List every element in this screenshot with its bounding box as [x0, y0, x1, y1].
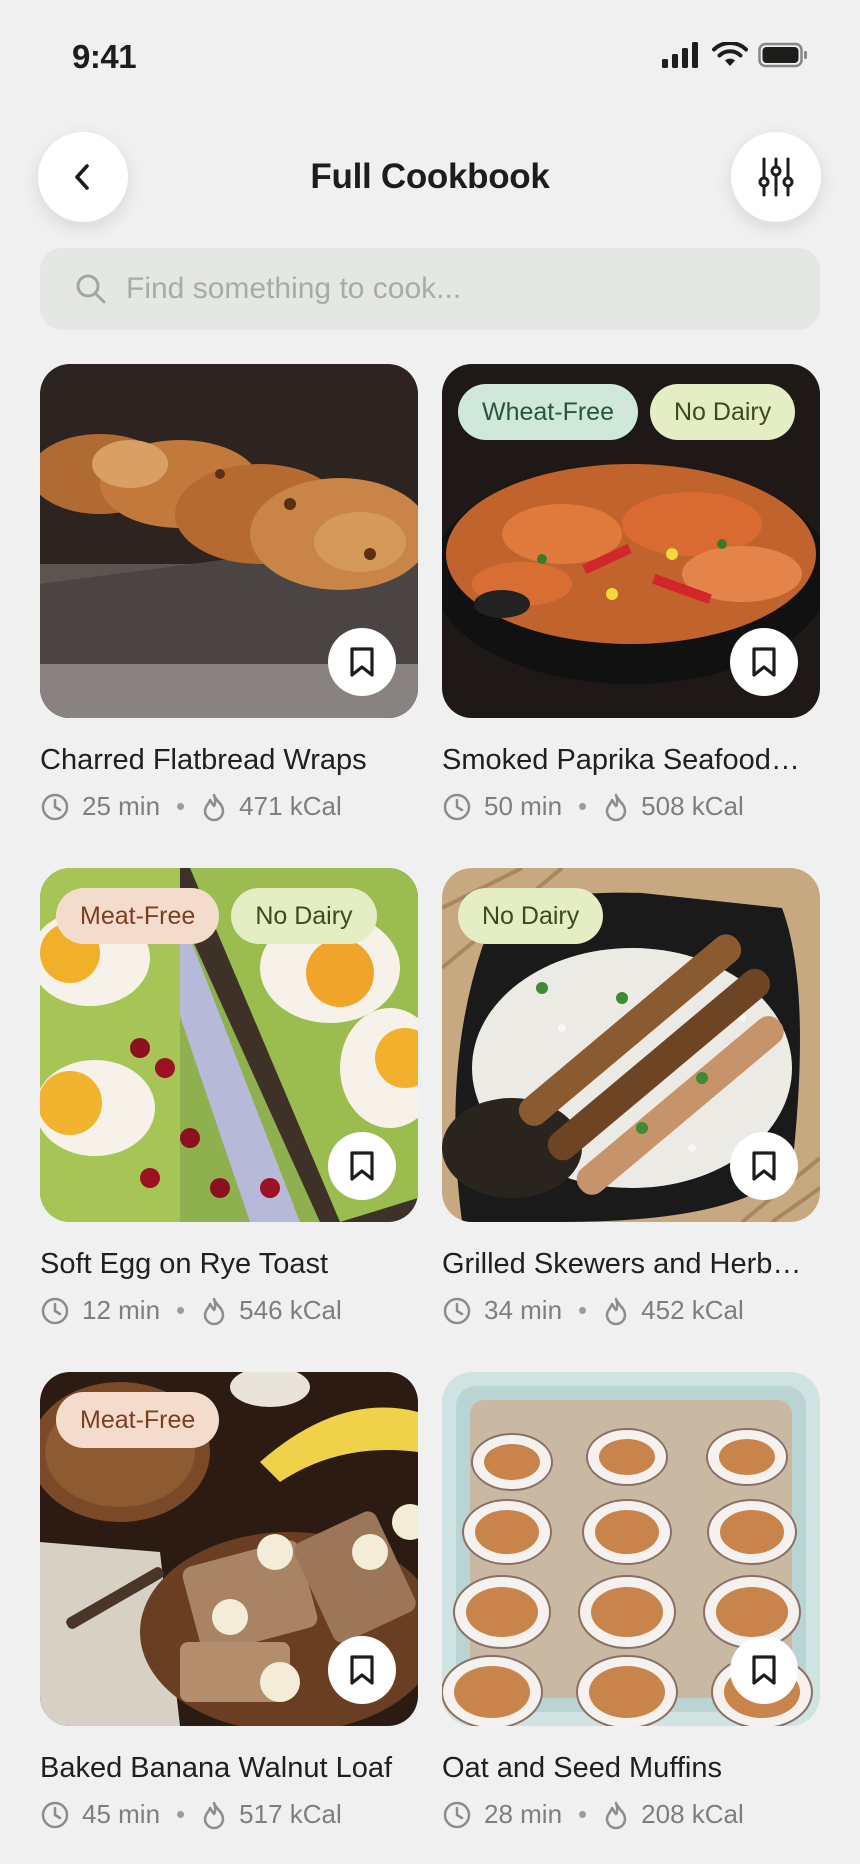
bookmark-button[interactable] [328, 628, 396, 696]
flame-icon [605, 1297, 627, 1325]
tag-list: No Dairy [458, 888, 818, 944]
recipe-card[interactable]: No Dairy Grilled Skewers and Herb… 34 mi… [442, 868, 820, 1326]
status-bar: 9:41 [0, 0, 860, 110]
diet-tag: Meat-Free [56, 888, 220, 944]
search-input[interactable]: Find something to cook... [40, 248, 820, 330]
recipe-time: 45 min [82, 1799, 161, 1829]
recipe-name: Charred Flatbread Wraps [40, 744, 367, 776]
bookmark-button[interactable] [730, 628, 798, 696]
recipe-kcal: 517 kCal [239, 1799, 342, 1829]
recipe-name: Smoked Paprika Seafood… [442, 744, 800, 776]
recipe-name: Soft Egg on Rye Toast [40, 1248, 329, 1280]
recipe-image: No Dairy [442, 868, 820, 1222]
clock-icon [443, 1801, 471, 1828]
bookmark-icon [350, 647, 374, 677]
search-icon [76, 274, 106, 304]
bookmark-icon [752, 647, 776, 677]
bookmark-button[interactable] [328, 1132, 396, 1200]
recipe-meta: 12 min • 546 kCal [40, 1295, 418, 1326]
flame-icon [203, 1297, 225, 1325]
recipe-name: Oat and Seed Muffins [442, 1752, 722, 1784]
flame-icon [203, 793, 225, 821]
flame-icon [605, 793, 627, 821]
filter-button[interactable] [731, 132, 821, 222]
meta-separator: • [578, 791, 588, 821]
recipe-card[interactable]: Meat-Free Baked Banana Walnut Loaf 45 mi… [40, 1372, 418, 1830]
status-time: 9:41 [72, 38, 137, 75]
recipe-image [40, 364, 418, 718]
bookmark-icon [350, 1151, 374, 1181]
recipe-image: Meat-Free [40, 1372, 418, 1726]
bookmark-icon [752, 1151, 776, 1181]
diet-tag: Meat-Free [56, 1392, 220, 1448]
battery-icon [758, 42, 807, 68]
wifi-icon [712, 42, 748, 66]
clock-icon [443, 793, 471, 820]
recipe-meta: 45 min • 517 kCal [40, 1799, 418, 1830]
flame-icon [203, 1801, 225, 1829]
diet-tag: No Dairy [458, 888, 604, 944]
recipe-meta: 34 min • 452 kCal [442, 1295, 820, 1326]
status-icons [662, 42, 808, 68]
recipe-image: Wheat-Free No Dairy [442, 364, 820, 718]
meta-separator: • [578, 1295, 588, 1325]
recipe-card[interactable]: Meat-Free No Dairy Soft Egg on Rye Toast… [40, 868, 418, 1326]
recipe-name: Grilled Skewers and Herb… [442, 1248, 802, 1280]
recipe-kcal: 208 kCal [641, 1799, 744, 1829]
recipe-time: 12 min [82, 1295, 161, 1325]
recipe-image [442, 1372, 820, 1726]
header: Full Cookbook [0, 132, 860, 224]
clock-icon [41, 793, 69, 820]
clock-icon [41, 1801, 69, 1828]
diet-tag: No Dairy [231, 888, 377, 944]
tag-list: Meat-Free No Dairy [56, 888, 416, 944]
recipe-card[interactable]: Oat and Seed Muffins 28 min • 208 kCal [442, 1372, 820, 1830]
recipe-meta: 28 min • 208 kCal [442, 1799, 820, 1830]
bookmark-icon [752, 1655, 776, 1685]
recipe-kcal: 546 kCal [239, 1295, 342, 1325]
recipe-kcal: 471 kCal [239, 791, 342, 821]
bookmark-button[interactable] [730, 1636, 798, 1704]
search-placeholder: Find something to cook... [126, 272, 462, 305]
meta-separator: • [176, 1295, 186, 1325]
recipe-name: Baked Banana Walnut Loaf [40, 1752, 393, 1784]
recipe-card[interactable]: Charred Flatbread Wraps 25 min • 471 kCa… [40, 364, 418, 822]
recipe-kcal: 508 kCal [641, 791, 744, 821]
meta-separator: • [176, 1799, 186, 1829]
bookmark-button[interactable] [730, 1132, 798, 1200]
tag-list: Meat-Free [56, 1392, 416, 1448]
recipe-card[interactable]: Wheat-Free No Dairy Smoked Paprika Seafo… [442, 364, 820, 822]
diet-tag: Wheat-Free [458, 384, 638, 440]
recipe-meta: 50 min • 508 kCal [442, 791, 820, 822]
bookmark-button[interactable] [328, 1636, 396, 1704]
diet-tag: No Dairy [649, 384, 796, 440]
recipe-time: 34 min [484, 1295, 563, 1325]
clock-icon [41, 1297, 69, 1324]
recipe-meta: 25 min • 471 kCal [40, 791, 418, 822]
recipe-time: 25 min [82, 791, 161, 821]
recipe-time: 28 min [484, 1799, 563, 1829]
recipe-kcal: 452 kCal [641, 1295, 744, 1325]
meta-separator: • [578, 1799, 588, 1829]
filter-sliders-icon [758, 157, 794, 197]
meta-separator: • [176, 791, 186, 821]
bookmark-icon [350, 1655, 374, 1685]
flame-icon [605, 1801, 627, 1829]
recipe-time: 50 min [484, 791, 563, 821]
clock-icon [443, 1297, 471, 1324]
tag-list: Wheat-Free No Dairy [458, 384, 818, 440]
recipe-image: Meat-Free No Dairy [40, 868, 418, 1222]
signal-icon [662, 42, 698, 68]
